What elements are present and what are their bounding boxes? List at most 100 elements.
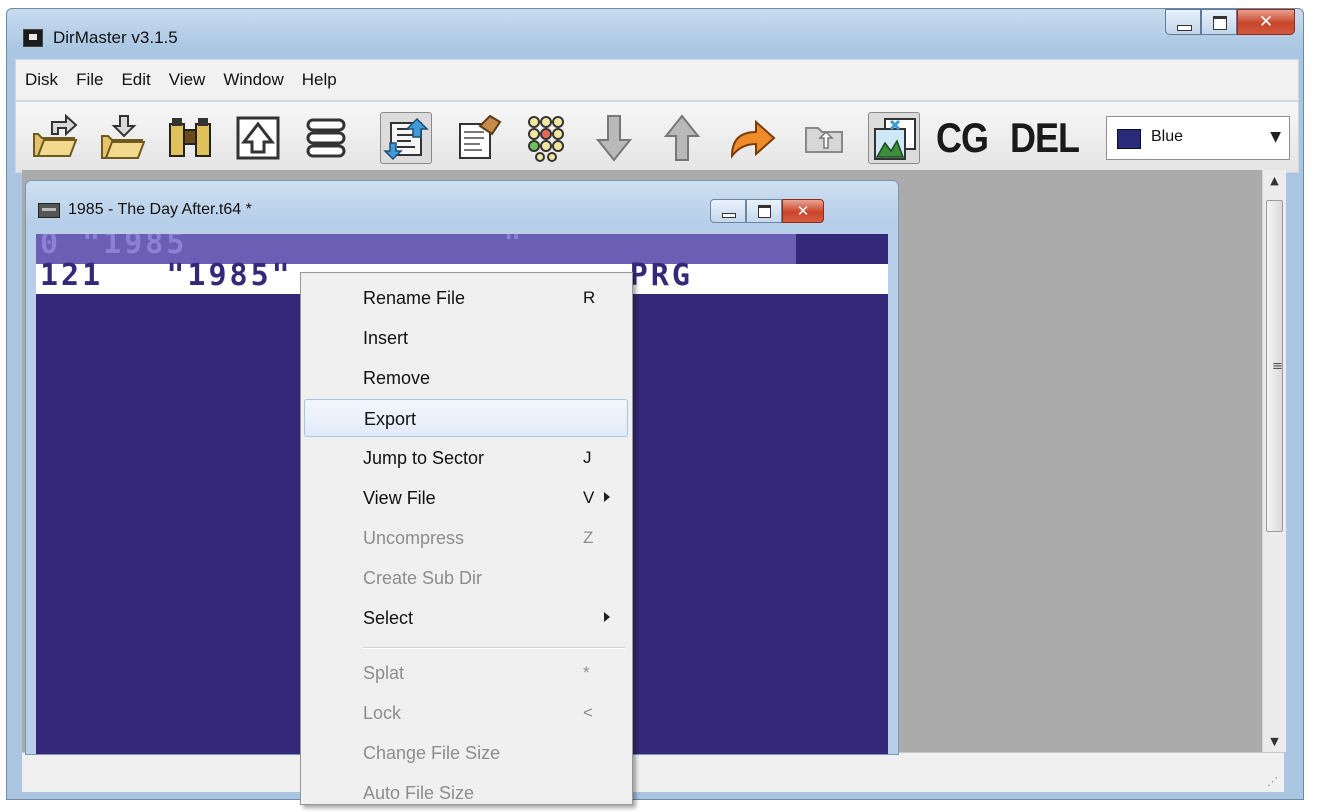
properties-icon <box>459 114 502 159</box>
window-controls: ✕ <box>1165 9 1295 37</box>
submenu-arrow-icon <box>604 492 610 502</box>
open-folder-icon <box>33 113 78 157</box>
redo-button[interactable] <box>726 112 778 164</box>
tree-button[interactable] <box>232 112 284 164</box>
tree-icon <box>236 116 280 160</box>
menu-item-label: Export <box>364 409 417 429</box>
menu-item-splat: Splat * <box>304 654 628 692</box>
menu-item-jump-to-sector[interactable]: Jump to Sector J <box>304 439 628 477</box>
menu-item-label: Insert <box>363 328 409 348</box>
chevron-down-icon[interactable]: ▼ <box>1270 129 1281 145</box>
menu-item-shortcut: * <box>583 663 590 682</box>
scroll-up-arrow-icon[interactable]: ▲ <box>1263 174 1286 187</box>
menu-file[interactable]: File <box>67 60 112 100</box>
maximize-icon <box>758 205 771 218</box>
maximize-button[interactable] <box>1201 9 1237 35</box>
del-label: DEL <box>1010 113 1080 161</box>
menu-item-shortcut: R <box>583 288 596 307</box>
arrow-right-icon <box>730 119 776 160</box>
menu-item-label: Create Sub Dir <box>363 568 483 588</box>
submenu-arrow-icon <box>604 612 610 622</box>
menu-item-remove[interactable]: Remove <box>304 359 628 397</box>
menu-item-shortcut: J <box>583 448 592 467</box>
properties-button[interactable] <box>452 112 504 164</box>
child-window-title: 1985 - The Day After.t64 * <box>68 201 252 218</box>
menu-edit[interactable]: Edit <box>112 60 159 100</box>
open-button[interactable] <box>28 112 80 164</box>
child-maximize-button[interactable] <box>746 199 782 223</box>
child-close-button[interactable]: ✕ <box>782 199 824 223</box>
menu-item-create-sub-dir: Create Sub Dir <box>304 559 628 597</box>
minimize-icon <box>722 213 736 218</box>
close-icon: ✕ <box>1258 12 1274 32</box>
menu-item-label: Select <box>363 608 414 628</box>
close-icon: ✕ <box>796 202 810 220</box>
scroll-thumb[interactable]: ≡ <box>1266 200 1283 532</box>
size-grip-icon[interactable]: ⋰ <box>1267 775 1278 788</box>
save-folder-icon <box>101 115 146 159</box>
disk-header-text: 0 "1985 " <box>40 234 525 261</box>
move-up-button[interactable] <box>656 112 708 164</box>
menu-item-label: Remove <box>363 368 431 388</box>
bam-button[interactable] <box>520 112 572 164</box>
menu-separator <box>363 647 625 649</box>
charset-button[interactable]: CG <box>936 112 989 164</box>
minimize-icon <box>1177 25 1192 31</box>
sort-arrows-icon <box>383 117 429 161</box>
menu-help[interactable]: Help <box>293 60 346 100</box>
maximize-icon <box>1213 16 1227 30</box>
menu-item-insert[interactable]: Insert <box>304 319 628 357</box>
child-window-controls: ✕ <box>710 199 824 223</box>
menu-item-view-file[interactable]: View File V <box>304 479 628 517</box>
title-bar[interactable]: DirMaster v3.1.5 ✕ <box>7 9 1303 59</box>
menu-item-rename-file[interactable]: Rename File R <box>304 279 628 317</box>
vertical-scrollbar[interactable]: ▲ ≡ ▼ <box>1262 170 1286 752</box>
image-compare-button[interactable] <box>868 112 920 164</box>
menu-window[interactable]: Window <box>214 60 292 100</box>
menu-item-shortcut: < <box>583 703 593 722</box>
status-bar: ⋰ <box>22 752 1284 792</box>
menu-bar: Disk File Edit View Window Help <box>15 59 1299 101</box>
move-down-button[interactable] <box>588 112 640 164</box>
toolbar: CG DEL Blue ▼ <box>15 101 1299 173</box>
app-icon[interactable] <box>23 29 43 47</box>
menu-item-shortcut: V <box>583 488 595 507</box>
menu-item-label: Rename File <box>363 288 466 308</box>
child-minimize-button[interactable] <box>710 199 746 223</box>
list-icon <box>306 118 346 158</box>
menu-item-label: Jump to Sector <box>363 448 485 468</box>
menu-item-label: View File <box>363 488 436 508</box>
find-button[interactable] <box>164 112 216 164</box>
menu-item-label: Splat <box>363 663 405 683</box>
sort-button[interactable] <box>380 112 432 164</box>
binoculars-icon <box>169 118 211 157</box>
menu-item-auto-file-size: Auto File Size <box>304 774 628 812</box>
grip-icon: ≡ <box>1272 359 1283 374</box>
dots-grid-icon <box>528 116 564 162</box>
menu-item-lock: Lock < <box>304 694 628 732</box>
arrow-down-icon <box>595 115 633 162</box>
image-compare-icon <box>874 118 916 160</box>
color-select[interactable]: Blue ▼ <box>1106 116 1290 160</box>
close-button[interactable]: ✕ <box>1237 9 1295 35</box>
context-menu: Rename File R Insert Remove Export Jump … <box>300 272 633 805</box>
menu-item-select[interactable]: Select <box>304 599 628 637</box>
menu-item-label: Lock <box>363 703 402 723</box>
cg-label: CG <box>936 113 989 161</box>
menu-item-uncompress: Uncompress Z <box>304 519 628 557</box>
arrow-up-icon <box>663 114 701 161</box>
menu-item-label: Change File Size <box>363 743 501 763</box>
parent-dir-button[interactable] <box>798 112 850 164</box>
disk-image-icon <box>38 203 60 218</box>
save-button[interactable] <box>96 112 148 164</box>
folder-up-icon <box>805 127 843 153</box>
menu-item-export[interactable]: Export <box>304 399 628 437</box>
menu-item-shortcut: Z <box>583 528 594 547</box>
minimize-button[interactable] <box>1165 9 1201 35</box>
menu-item-change-file-size: Change File Size <box>304 734 628 772</box>
menu-view[interactable]: View <box>160 60 215 100</box>
menu-disk[interactable]: Disk <box>16 60 67 100</box>
scroll-down-arrow-icon[interactable]: ▼ <box>1263 735 1286 748</box>
list-button[interactable] <box>300 112 352 164</box>
delete-button[interactable]: DEL <box>1010 112 1080 164</box>
